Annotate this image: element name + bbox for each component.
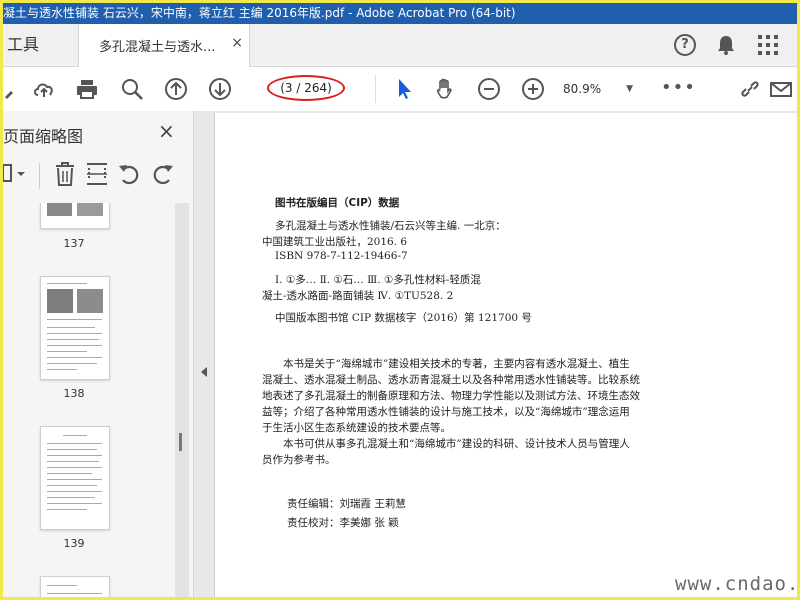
page-thumbnail[interactable] [40, 426, 110, 530]
tab-document[interactable]: 多孔混凝土与透水... × [78, 24, 250, 67]
next-page-icon[interactable] [208, 77, 232, 101]
search-icon[interactable] [120, 77, 144, 101]
site-watermark: www.cndao.com [675, 573, 797, 595]
panel-title: 页面缩略图 [3, 127, 84, 146]
print-icon[interactable] [75, 77, 99, 101]
zoom-level-value: 80.9% [563, 82, 602, 96]
rotate-clockwise-icon[interactable] [151, 161, 175, 187]
page-thumbnail[interactable] [40, 276, 110, 380]
abstract-line: 地表述了多孔混凝土的制备原理和方法、物理力学性能以及测试方法、环境生态效 [262, 390, 640, 402]
proofreader-credit: 责任校对：李美娜 张 颖 [287, 517, 399, 529]
email-icon[interactable] [769, 77, 793, 101]
abstract-line: 本书是关于“海绵城市”建设相关技术的专著，主要内容有透水混凝土、植生 [283, 358, 630, 370]
hand-tool-icon[interactable] [433, 77, 457, 101]
cip-line: 中国版本图书馆 CIP 数据核字（2016）第 121700 号 [275, 312, 532, 324]
abstract-line: 混凝土、透水混凝土制品、透水沥青混凝土以及各种常用透水性铺装等。比较系统 [262, 374, 640, 386]
document-tab-label: 多孔混凝土与透水... [99, 40, 216, 55]
editor-credit: 责任编辑：刘瑞霞 王莉慧 [287, 498, 406, 510]
bookmark-icon[interactable] [3, 77, 27, 101]
cip-line: 多孔混凝土与透水性铺装/石云兴等主编. 一北京： [275, 220, 506, 232]
thumbnail-scrollbar[interactable] [175, 203, 189, 597]
upload-cloud-icon[interactable] [32, 77, 56, 101]
chevron-down-icon: ▼ [626, 84, 633, 94]
page-number-field[interactable]: (3 / 264) [267, 75, 345, 101]
previous-page-icon[interactable] [164, 77, 188, 101]
help-icon[interactable]: ? [674, 34, 696, 56]
bell-icon[interactable] [715, 34, 737, 56]
thumbnail-page-number: 138 [63, 387, 85, 400]
thumbnail-page-number: 139 [63, 537, 85, 550]
abstract-line: 本书可供从事多孔混凝土和“海绵城市”建设的科研、设计技术人员与管理人 [283, 438, 630, 450]
close-tab-icon[interactable]: × [231, 35, 243, 51]
collapse-panel-icon[interactable] [201, 367, 207, 377]
page-thumbnails-panel: 页面缩略图 × 137 138 139 [3, 111, 194, 597]
cip-line: ISBN 978-7-112-19466-7 [275, 250, 408, 262]
window-title: 凝土与透水性铺装 石云兴，宋中南，蒋立红 主编 2016年版.pdf - Ado… [3, 6, 516, 20]
abstract-line: 益等；介绍了各种常用透水性铺装的设计与施工技术，以及“海绵城市”理念运用 [262, 406, 630, 418]
page-thumbnail[interactable] [40, 203, 110, 229]
apps-grid-icon[interactable] [758, 35, 778, 55]
abstract-line: 员作为参考书。 [262, 454, 336, 466]
document-viewer: 图书在版编目（CIP）数据 多孔混凝土与透水性铺装/石云兴等主编. 一北京： 中… [194, 111, 797, 597]
more-tools-icon[interactable]: ••• [661, 77, 696, 98]
thumbnail-options-icon[interactable] [3, 161, 27, 187]
title-bar: 凝土与透水性铺装 石云兴，宋中南，蒋立红 主编 2016年版.pdf - Ado… [3, 3, 797, 24]
tab-tools[interactable]: 工具 [3, 24, 78, 66]
extract-pages-icon[interactable] [85, 161, 109, 187]
toolbar-divider [375, 75, 376, 103]
rotate-counterclockwise-icon[interactable] [117, 161, 141, 187]
main-toolbar: (3 / 264) 80.9% ▼ ••• [3, 67, 797, 112]
page-thumbnail[interactable] [40, 576, 110, 597]
zoom-level-select[interactable]: 80.9% ▼ [563, 79, 633, 99]
scrollbar-thumb[interactable] [179, 433, 182, 451]
cip-heading: 图书在版编目（CIP）数据 [275, 197, 400, 209]
cip-line: 中国建筑工业出版社，2016. 6 [262, 236, 408, 248]
abstract-line: 于生活小区生态系统建设的技术要点等。 [262, 422, 451, 434]
zoom-out-icon[interactable] [477, 77, 501, 101]
thumbnail-page-number: 137 [63, 237, 85, 250]
tab-bar: 工具 多孔混凝土与透水... × ? [3, 24, 797, 67]
toolbar-divider [39, 163, 40, 189]
select-cursor-icon[interactable] [393, 77, 417, 101]
thumbnail-toolbar [3, 161, 193, 191]
cip-line: Ⅰ. ①多… Ⅱ. ①石… Ⅲ. ①多孔性材料-轻质混 [275, 274, 481, 286]
link-icon[interactable] [738, 77, 762, 101]
thumbnail-list: 137 138 139 [3, 203, 173, 597]
delete-icon[interactable] [53, 161, 77, 187]
pdf-page: 图书在版编目（CIP）数据 多孔混凝土与透水性铺装/石云兴等主编. 一北京： 中… [214, 113, 797, 597]
cip-line: 凝土-透水路面-路面铺装 Ⅳ. ①TU528. 2 [262, 290, 454, 302]
close-panel-icon[interactable]: × [158, 119, 175, 143]
app-window: 凝土与透水性铺装 石云兴，宋中南，蒋立红 主编 2016年版.pdf - Ado… [3, 3, 797, 597]
zoom-in-icon[interactable] [521, 77, 545, 101]
